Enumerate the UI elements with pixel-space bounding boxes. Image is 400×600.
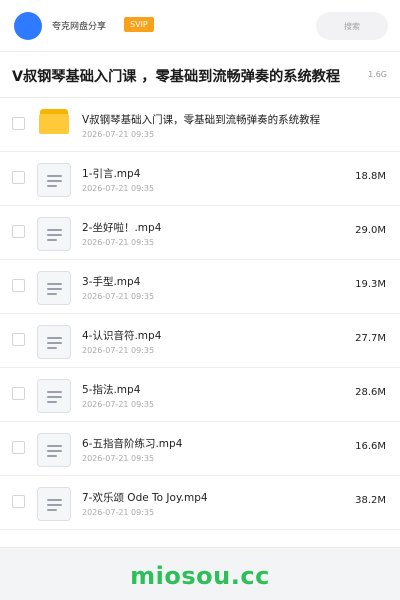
file-size: 18.8M: [355, 171, 386, 182]
file-date: 2026-07-21 09:35: [82, 346, 155, 355]
select-checkbox[interactable]: [12, 225, 25, 238]
svip-badge[interactable]: SVIP: [124, 17, 154, 32]
select-checkbox[interactable]: [12, 333, 25, 346]
file-name[interactable]: 3-手型.mp4: [82, 274, 140, 289]
file-size: 29.0M: [355, 225, 386, 236]
select-checkbox[interactable]: [12, 441, 25, 454]
avatar[interactable]: [14, 12, 42, 40]
file-date: 2026-07-21 09:35: [82, 454, 155, 463]
file-name[interactable]: 2-坐好啦！.mp4: [82, 220, 161, 235]
file-date: 2026-07-21 09:35: [82, 238, 155, 247]
file-size: 19.3M: [355, 279, 386, 290]
select-checkbox[interactable]: [12, 279, 25, 292]
total-size: 1.6G: [364, 70, 387, 79]
select-checkbox[interactable]: [12, 387, 25, 400]
file-list: V叔钢琴基础入门课，零基础到流畅弹奏的系统教程 2026-07-21 09:35…: [0, 98, 400, 548]
file-name[interactable]: 5-指法.mp4: [82, 382, 140, 397]
list-item[interactable]: V叔钢琴基础入门课，零基础到流畅弹奏的系统教程 2026-07-21 09:35: [0, 98, 400, 152]
list-item[interactable]: 6-五指音阶练习.mp4 2026-07-21 09:35 16.6M: [0, 422, 400, 476]
list-item[interactable]: 4-认识音符.mp4 2026-07-21 09:35 27.7M: [0, 314, 400, 368]
file-name[interactable]: 4-认识音符.mp4: [82, 328, 161, 343]
file-date: 2026-07-21 09:35: [82, 184, 155, 193]
file-name[interactable]: V叔钢琴基础入门课，零基础到流畅弹奏的系统教程: [82, 112, 320, 127]
app-name: 夸克网盘分享: [52, 22, 107, 32]
document-icon: [37, 379, 71, 413]
list-item[interactable]: 3-手型.mp4 2026-07-21 09:35 19.3M: [0, 260, 400, 314]
document-icon: [37, 325, 71, 359]
list-item[interactable]: 2-坐好啦！.mp4 2026-07-21 09:35 29.0M: [0, 206, 400, 260]
file-name[interactable]: 6-五指音阶练习.mp4: [82, 436, 182, 451]
file-size: 28.6M: [355, 387, 386, 398]
list-item[interactable]: 7-欢乐颂 Ode To Joy.mp4 2026-07-21 09:35 38…: [0, 476, 400, 530]
file-date: 2026-07-21 09:35: [82, 400, 155, 409]
select-checkbox[interactable]: [12, 117, 25, 130]
folder-icon: [39, 109, 69, 134]
select-checkbox[interactable]: [12, 495, 25, 508]
document-icon: [37, 487, 71, 521]
file-name[interactable]: 7-欢乐颂 Ode To Joy.mp4: [82, 490, 208, 505]
file-date: 2026-07-21 09:35: [82, 292, 155, 301]
document-icon: [37, 217, 71, 251]
file-size: 27.7M: [355, 333, 386, 344]
app-header: 夸克网盘分享 SVIP: [0, 0, 400, 52]
folder-title-bar: V叔钢琴基础入门课 ，零基础到流畅弹奏的系统教程 1.6G: [0, 52, 400, 98]
document-icon: [37, 163, 71, 197]
file-date: 2026-07-21 09:35: [82, 508, 155, 517]
site-watermark: miosou.cc: [130, 562, 270, 590]
document-icon: [37, 433, 71, 467]
file-size: 38.2M: [355, 495, 386, 506]
page-title: V叔钢琴基础入门课 ，零基础到流畅弹奏的系统教程: [12, 69, 341, 85]
file-size: 16.6M: [355, 441, 386, 452]
select-checkbox[interactable]: [12, 171, 25, 184]
list-item[interactable]: 5-指法.mp4 2026-07-21 09:35 28.6M: [0, 368, 400, 422]
file-date: 2026-07-21 09:35: [82, 130, 155, 139]
document-icon: [37, 271, 71, 305]
list-item[interactable]: 1-引言.mp4 2026-07-21 09:35 18.8M: [0, 152, 400, 206]
file-name[interactable]: 1-引言.mp4: [82, 166, 140, 181]
search-input[interactable]: [316, 12, 388, 40]
